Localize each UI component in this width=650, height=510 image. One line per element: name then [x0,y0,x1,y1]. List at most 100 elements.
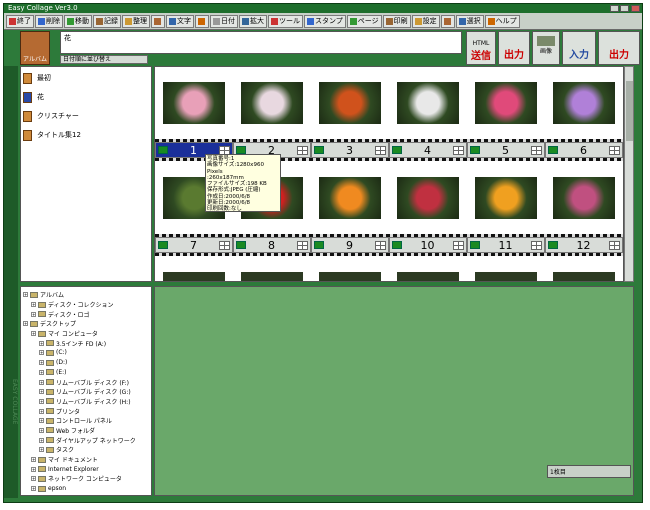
tree-node[interactable]: + コントロール パネル [23,416,149,426]
expand-icon[interactable]: + [39,447,44,453]
toolbar-button-10[interactable]: ツール [268,14,303,28]
frame-number-cell[interactable]: 4 [389,142,467,158]
album-item-flowers[interactable]: 花 [23,89,149,105]
tree-node[interactable]: + Web フォルダ [23,426,149,436]
expand-icon[interactable]: + [39,379,44,385]
tree-node[interactable]: + プリンタ [23,406,149,416]
layout-grid-icon[interactable] [219,240,230,250]
layout-grid-icon[interactable] [531,145,542,155]
thumb-scrollbar[interactable] [624,66,634,282]
photo-thumbnail[interactable] [233,69,311,137]
photo-thumbnail[interactable] [545,164,623,232]
scroll-thumb[interactable] [626,81,633,141]
photo-thumbnail[interactable] [155,69,233,137]
toolbar-button-14[interactable]: 設定 [411,14,440,28]
toolbar-button-3[interactable]: 記録 [93,14,121,28]
photo-thumbnail[interactable] [467,164,545,232]
toolbar-button-0[interactable]: 終了 [6,14,34,28]
tree-node[interactable]: + アルバム [23,290,149,300]
toolbar-button-16[interactable]: 選択 [455,14,484,28]
frame-number-cell[interactable]: 3 [311,142,389,158]
toolbar-button-8[interactable]: 日付 [210,14,238,28]
photo-thumbnail[interactable] [233,259,311,281]
expand-icon[interactable]: + [23,321,28,327]
expand-icon[interactable]: + [31,311,36,317]
tree-node[interactable]: +ごみ箱 [23,493,149,495]
photo-thumbnail[interactable] [389,69,467,137]
expand-icon[interactable]: + [39,418,44,424]
tree-node[interactable]: + (E:) [23,368,149,378]
tree-node[interactable]: + デスクトップ [23,319,149,329]
comment-field[interactable]: 花 [60,31,462,54]
photo-thumbnail[interactable] [311,164,389,232]
input-button[interactable]: 入力 [562,31,596,65]
photo-thumbnail[interactable] [311,259,389,281]
output-button[interactable]: 出力 [498,31,530,65]
expand-icon[interactable]: + [39,340,44,346]
tree-node[interactable]: + ディスク・ロゴ [23,309,149,319]
tree-node[interactable]: + (C:) [23,348,149,358]
layout-grid-icon[interactable] [609,240,620,250]
expand-icon[interactable]: + [39,408,44,414]
photo-thumbnail[interactable] [389,259,467,281]
photo-thumbnail[interactable] [545,259,623,281]
toolbar-button-17[interactable]: ヘルプ [484,14,520,28]
toolbar-button-7[interactable] [195,14,209,28]
html-send-button[interactable]: HTML 送信 [466,31,496,65]
tree-node[interactable]: + リムーバブル ディスク (G:) [23,387,149,397]
expand-icon[interactable]: + [39,437,44,443]
tree-node[interactable]: + Internet Explorer [23,464,149,474]
toolbar-button-12[interactable]: ページ [346,14,382,28]
frame-number-cell[interactable]: 6 [545,142,623,158]
toolbar-button-5[interactable] [151,14,165,28]
tree-node[interactable]: +3.5インチ FD (A:) [23,338,149,348]
expand-icon[interactable]: + [31,466,36,472]
photo-thumbnail[interactable] [545,69,623,137]
layout-grid-icon[interactable] [453,240,464,250]
expand-icon[interactable]: + [31,476,36,482]
expand-icon[interactable]: + [39,389,44,395]
export-button[interactable]: 出力 [598,31,640,65]
layout-grid-icon[interactable] [375,240,386,250]
tree-node[interactable]: + (D:) [23,358,149,368]
expand-icon[interactable]: + [39,427,44,433]
close-button[interactable] [631,5,640,12]
album-item-first[interactable]: 最初 [23,70,149,86]
tree-node[interactable]: + マイ コンピュータ [23,329,149,339]
toolbar-button-1[interactable]: 削除 [35,14,63,28]
photo-thumbnail[interactable] [467,259,545,281]
layout-grid-icon[interactable] [531,240,542,250]
toolbar-button-15[interactable] [440,14,455,28]
toolbar-button-6[interactable]: 文字 [166,14,194,28]
expand-icon[interactable]: + [39,350,44,356]
frame-number-cell[interactable]: 12 [545,237,623,253]
tree-node[interactable]: + リムーバブル ディスク (F:) [23,377,149,387]
toolbar-button-9[interactable]: 拡大 [239,14,267,28]
tree-node[interactable]: + マイ ドキュメント [23,455,149,465]
expand-icon[interactable]: + [39,360,44,366]
album-button[interactable]: アルバム [20,31,50,65]
toolbar-button-11[interactable]: スタンプ [304,14,346,28]
layout-grid-icon[interactable] [375,145,386,155]
tree-node[interactable]: + ディスク・コレクション [23,300,149,310]
image-button[interactable]: 画像 [532,31,560,65]
maximize-button[interactable] [620,5,629,12]
toolbar-button-4[interactable]: 整理 [122,14,150,28]
frame-number-cell[interactable]: 7 [155,237,233,253]
tree-node[interactable]: + epson [23,484,149,494]
toolbar-button-13[interactable]: 印刷 [382,14,411,28]
sort-tab[interactable]: 日付順に並び替え [60,55,148,64]
minimize-button[interactable] [610,5,619,12]
frame-number-cell[interactable]: 11 [467,237,545,253]
toolbar-button-2[interactable]: 移動 [64,14,92,28]
expand-icon[interactable]: + [39,398,44,404]
frame-number-cell[interactable]: 5 [467,142,545,158]
expand-icon[interactable]: + [31,486,36,492]
album-item-titles[interactable]: タイトル集12 [23,127,149,143]
photo-thumbnail[interactable] [155,259,233,281]
expand-icon[interactable]: + [39,369,44,375]
tree-node[interactable]: + タスク [23,445,149,455]
layout-grid-icon[interactable] [609,145,620,155]
photo-thumbnail[interactable] [389,164,467,232]
tree-node[interactable]: + ダイヤルアップ ネットワーク [23,435,149,445]
